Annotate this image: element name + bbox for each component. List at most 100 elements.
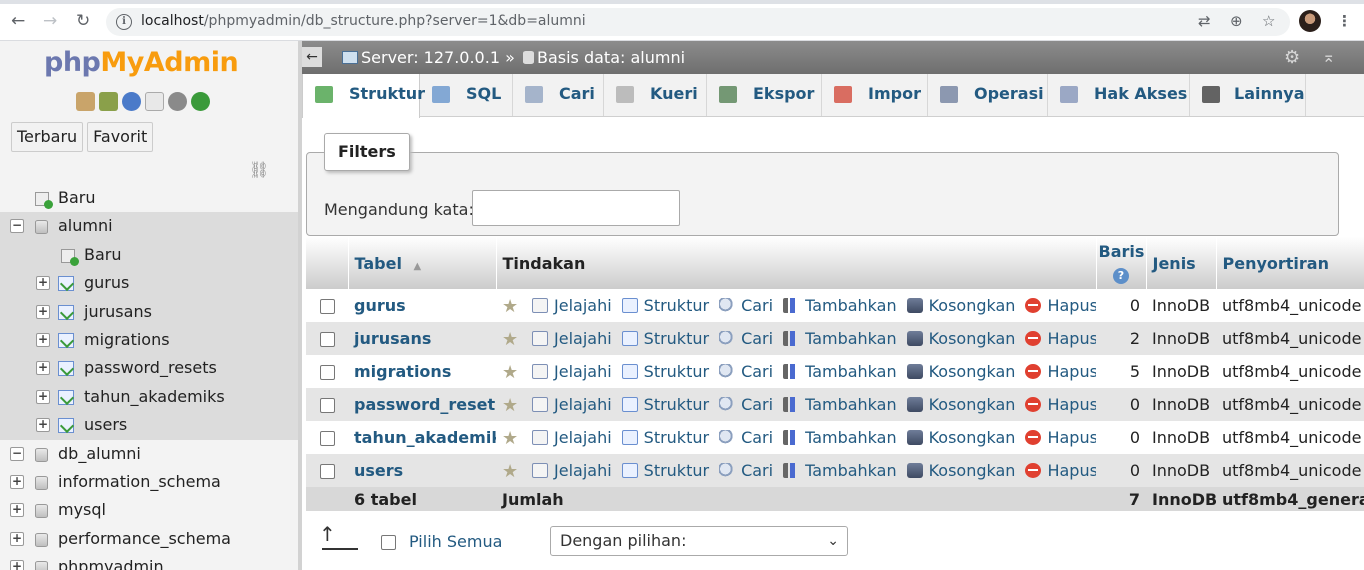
forward-arrow-icon[interactable]: → <box>43 11 57 31</box>
row-checkbox[interactable] <box>319 365 335 380</box>
browse-link[interactable]: Jelajahi <box>532 428 612 447</box>
browse-link[interactable]: Jelajahi <box>532 296 612 315</box>
collapse-icon[interactable]: − <box>10 446 24 461</box>
header-penyortiran[interactable]: Penyortiran <box>1216 237 1364 289</box>
structure-link[interactable]: Struktur <box>621 296 709 315</box>
tree-item-label[interactable]: performance_schema <box>58 525 231 553</box>
home-icon[interactable] <box>76 92 95 111</box>
tab-cari[interactable]: Cari <box>513 74 604 116</box>
tab-struktur[interactable]: Struktur <box>302 74 425 118</box>
tree-item-mysql[interactable]: + mysql <box>0 496 298 524</box>
tree-item-Baru[interactable]: Baru <box>0 240 298 270</box>
tree-item-label[interactable]: password_resets <box>84 354 217 382</box>
reload-navigation-icon[interactable] <box>191 92 210 111</box>
browse-link[interactable]: Jelajahi <box>532 329 612 348</box>
tree-item-information-schema[interactable]: + information_schema <box>0 468 298 496</box>
tree-item-migrations[interactable]: + migrations <box>0 325 298 355</box>
search-link[interactable]: Cari <box>719 395 773 414</box>
url-text[interactable]: localhost/phpmyadmin/db_structure.php?se… <box>141 13 586 29</box>
breadcrumb-database[interactable]: Basis data: alumni <box>537 48 685 67</box>
tree-item-jurusans[interactable]: + jurusans <box>0 297 298 326</box>
tree-item-Baru[interactable]: Baru <box>0 184 298 212</box>
search-link[interactable]: Cari <box>719 329 773 348</box>
tree-item-phpmyadmin[interactable]: + phpmyadmin <box>0 553 298 570</box>
row-checkbox[interactable] <box>319 299 335 314</box>
with-selected-dropdown[interactable]: Dengan pilihan: ⌄ <box>550 526 848 556</box>
tree-item-label[interactable]: phpmyadmin <box>58 553 164 570</box>
select-all-label[interactable]: Pilih Semua <box>409 532 502 551</box>
tab-lainnya[interactable]: Lainnya <box>1190 74 1306 116</box>
tree-item-gurus[interactable]: + gurus <box>0 269 298 298</box>
expand-icon[interactable]: + <box>36 276 50 291</box>
favorite-star-icon[interactable]: ★ <box>502 362 522 383</box>
browse-link[interactable]: Jelajahi <box>532 461 612 480</box>
search-link[interactable]: Cari <box>719 428 773 447</box>
table-name-link[interactable]: tahun_akademiks <box>354 428 496 447</box>
expand-icon[interactable]: + <box>36 361 50 376</box>
tree-item-tahun-akademiks[interactable]: + tahun_akademiks <box>0 382 298 412</box>
empty-link[interactable]: Kosongkan <box>906 296 1015 315</box>
translate-icon[interactable]: ⇄ <box>1198 12 1211 30</box>
structure-link[interactable]: Struktur <box>621 362 709 381</box>
menu-kebab-icon[interactable]: ⋮ <box>1337 12 1352 30</box>
profile-avatar[interactable] <box>1299 10 1321 32</box>
drop-link[interactable]: Hapus <box>1025 362 1096 381</box>
site-info-icon[interactable]: i <box>116 14 132 30</box>
tree-item-label[interactable]: migrations <box>84 326 170 354</box>
drop-link[interactable]: Hapus <box>1025 296 1096 315</box>
tree-item-label[interactable]: jurusans <box>84 298 152 326</box>
link-with-main-icon[interactable]: ⛓ <box>249 160 269 179</box>
rows-info-icon[interactable]: ? <box>1113 268 1129 284</box>
empty-link[interactable]: Kosongkan <box>906 461 1015 480</box>
structure-link[interactable]: Struktur <box>621 329 709 348</box>
row-checkbox[interactable] <box>319 464 335 479</box>
zoom-icon[interactable]: ⊕ <box>1230 12 1243 30</box>
table-name-link[interactable]: users <box>354 461 403 480</box>
expand-icon[interactable]: + <box>36 332 50 347</box>
collapse-top-icon[interactable]: ⌅ <box>1322 47 1335 66</box>
settings-gear-icon[interactable] <box>168 92 187 111</box>
recent-tables-button[interactable]: Terbaru <box>11 122 84 152</box>
header-jenis[interactable]: Jenis <box>1146 237 1217 289</box>
tree-item-db-alumni[interactable]: − db_alumni <box>0 440 298 468</box>
tab-hak-akses[interactable]: Hak Akses <box>1048 74 1190 116</box>
collapse-nav-arrow-icon[interactable]: ← <box>302 47 322 67</box>
structure-link[interactable]: Struktur <box>621 461 709 480</box>
favorite-star-icon[interactable]: ★ <box>502 329 522 350</box>
bookmark-star-icon[interactable]: ☆ <box>1262 12 1275 30</box>
insert-link[interactable]: Tambahkan <box>783 296 897 315</box>
tree-item-label[interactable]: users <box>84 411 127 439</box>
browse-link[interactable]: Jelajahi <box>532 395 612 414</box>
tree-item-users[interactable]: + users <box>0 411 298 440</box>
phpmyadmin-logo[interactable]: phpMyAdmin <box>44 47 239 78</box>
tree-item-label[interactable]: tahun_akademiks <box>84 383 225 411</box>
tab-kueri[interactable]: Kueri <box>604 74 707 116</box>
row-checkbox[interactable] <box>319 398 335 413</box>
tree-item-performance-schema[interactable]: + performance_schema <box>0 525 298 553</box>
breadcrumb-server[interactable]: Server: 127.0.0.1 <box>361 48 500 67</box>
expand-icon[interactable]: + <box>36 389 50 404</box>
drop-link[interactable]: Hapus <box>1025 461 1096 480</box>
tree-item-label[interactable]: mysql <box>58 496 106 524</box>
select-all-checkbox[interactable] <box>381 535 396 550</box>
empty-link[interactable]: Kosongkan <box>906 428 1015 447</box>
insert-link[interactable]: Tambahkan <box>783 428 897 447</box>
address-bar[interactable]: i localhost/phpmyadmin/db_structure.php?… <box>106 8 1290 36</box>
tree-item-label[interactable]: alumni <box>58 212 113 240</box>
tab-operasi[interactable]: Operasi <box>928 74 1048 116</box>
expand-icon[interactable]: + <box>10 503 24 518</box>
favorite-star-icon[interactable]: ★ <box>502 428 522 449</box>
table-name-link[interactable]: password_resets <box>354 395 496 414</box>
favorite-star-icon[interactable]: ★ <box>502 296 522 317</box>
insert-link[interactable]: Tambahkan <box>783 395 897 414</box>
insert-link[interactable]: Tambahkan <box>783 461 897 480</box>
favorite-star-icon[interactable]: ★ <box>502 461 522 482</box>
tree-item-label[interactable]: gurus <box>84 269 129 297</box>
help-icon[interactable] <box>122 92 141 111</box>
tree-item-alumni[interactable]: − alumni <box>0 212 298 241</box>
table-name-link[interactable]: gurus <box>354 296 406 315</box>
table-name-link[interactable]: jurusans <box>354 329 431 348</box>
filter-contains-input[interactable] <box>472 190 680 226</box>
tree-item-label[interactable]: information_schema <box>58 468 221 496</box>
logout-icon[interactable] <box>99 92 118 111</box>
